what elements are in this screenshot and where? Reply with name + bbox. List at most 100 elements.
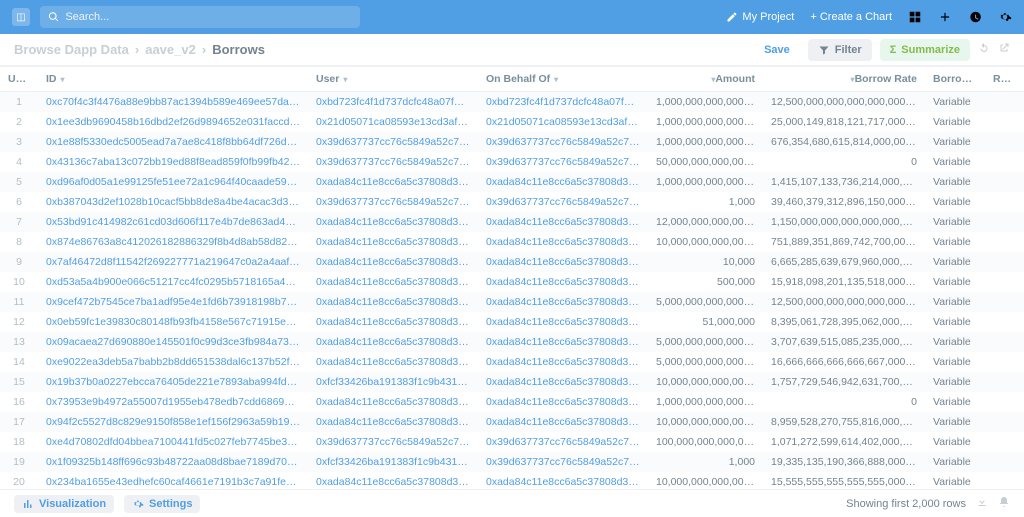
table-row[interactable]: 150x19b37b0a0227ebcca76405de221e7893aba9… [0,372,1024,392]
cell-id[interactable]: 0x1f09325b148ff696c93b48722aa08d8bae7189… [38,452,308,472]
search-input[interactable] [65,11,352,23]
table-row[interactable]: 130x09acaea27d690880e145501f0c99d3ce3fb9… [0,332,1024,352]
col-user[interactable]: User▾ [308,67,478,91]
external-icon[interactable] [998,42,1010,57]
download-icon[interactable] [976,496,988,511]
cell-behalf[interactable]: 0xada84c11e8cc6a5c37808d3b31b3b284809f70… [478,212,648,232]
table-row[interactable]: 40x43136c7aba13c072bb19ed88f8ead859f0fb9… [0,152,1024,172]
table-row[interactable]: 30x1e88f5330edc5005ead7a7ae8c418f8bb64df… [0,132,1024,152]
table-row[interactable]: 20x1ee3db9690458b16dbd2ef26d9894652e031f… [0,112,1024,132]
table-row[interactable]: 160x73953e9b4972a55007d1955eb478edb7cdd6… [0,392,1024,412]
cell-behalf[interactable]: 0xada84c11e8cc6a5c37808d3b31b3b284809f70… [478,272,648,292]
table-row[interactable]: 180xe4d70802dfd04bbea7100441fd5c027feb77… [0,432,1024,452]
cell-user[interactable]: 0x39d637737cc76c5849a52c7d3b872a1eb22aa7… [308,432,478,452]
table-row[interactable]: 70x53bd91c414982c61cd03d606f117e4b7de863… [0,212,1024,232]
plus-icon[interactable] [938,10,952,24]
cell-id[interactable]: 0x19b37b0a0227ebcca76405de221e7893aba994… [38,372,308,392]
visualization-button[interactable]: Visualization [14,495,114,513]
cell-user[interactable]: 0xbd723fc4f1d737dcfc48a07fe733676d34cad5… [308,91,478,112]
filter-button[interactable]: Filter [808,39,872,61]
cell-user[interactable]: 0xada84c11e8cc6a5c37808d3b31b3b284809f70… [308,412,478,432]
cell-behalf[interactable]: 0x39d637737cc76c5849a52c7d3b872a1eb22aa7… [478,432,648,452]
cell-behalf[interactable]: 0xada84c11e8cc6a5c37808d3b31b3b284809f70… [478,392,648,412]
cell-behalf[interactable]: 0xada84c11e8cc6a5c37808d3b31b3b284809f70… [478,372,648,392]
col-uuid[interactable]: UUID▾ [0,67,38,91]
history-icon[interactable] [968,10,982,24]
crumb-root[interactable]: Browse Dapp Data [14,42,129,57]
cell-behalf[interactable]: 0xada84c11e8cc6a5c37808d3b31b3b284809f70… [478,292,648,312]
cell-user[interactable]: 0xada84c11e8cc6a5c37808d3b31b3b284809f70… [308,312,478,332]
cell-behalf[interactable]: 0x39d637737cc76c5849a52c7d3b872a1eb22aa7… [478,192,648,212]
cell-id[interactable]: 0x9cef472b7545ce7ba1adf95e4e1fd6b7391819… [38,292,308,312]
cell-user[interactable]: 0xada84c11e8cc6a5c37808d3b31b3b284809f70… [308,172,478,192]
table-row[interactable]: 190x1f09325b148ff696c93b48722aa08d8bae71… [0,452,1024,472]
search-box[interactable] [40,6,360,28]
gear-icon[interactable] [998,10,1012,24]
table-row[interactable]: 90x7af46472d8f11542f269227771a219647c0a2… [0,252,1024,272]
table-row[interactable]: 140xe9022ea3deb5a7babb2b8dd651538dal6c13… [0,352,1024,372]
col-referral[interactable]: Re Ferra [985,67,1024,91]
cell-user[interactable]: 0xada84c11e8cc6a5c37808d3b31b3b284809f70… [308,352,478,372]
cell-user[interactable]: 0xada84c11e8cc6a5c37808d3b31b3b284809f70… [308,392,478,412]
cell-id[interactable]: 0x43136c7aba13c072bb19ed88f8ead859f0fb99… [38,152,308,172]
cell-user[interactable]: 0x21d05071ca08593e13cd3afd0b4869537e015c… [308,112,478,132]
cell-id[interactable]: 0xc70f4c3f4476a88e9bb87ac1394b589e469ee5… [38,91,308,112]
cell-behalf[interactable]: 0x39d637737cc76c5849a52c7d3b872a1eb22aa7… [478,452,648,472]
cell-user[interactable]: 0xada84c11e8cc6a5c37808d3b31b3b284809f70… [308,292,478,312]
table-row[interactable]: 110x9cef472b7545ce7ba1adf95e4e1fd6b73918… [0,292,1024,312]
table-row[interactable]: 80x874e86763a8c412026182886329f8b4d8ab58… [0,232,1024,252]
bell-icon[interactable] [998,496,1010,511]
cell-id[interactable]: 0x53bd91c414982c61cd03d606f117e4b7de863a… [38,212,308,232]
cell-id[interactable]: 0x1ee3db9690458b16dbd2ef26d9894652e031fa… [38,112,308,132]
refresh-icon[interactable] [978,42,990,57]
cell-behalf[interactable]: 0xada84c11e8cc6a5c37808d3b31b3b284809f70… [478,232,648,252]
save-button[interactable]: Save [754,39,800,61]
create-chart-button[interactable]: + Create a Chart [810,11,892,23]
cell-id[interactable]: 0x94f2c5527d8c829e9150f858e1ef156f2963a5… [38,412,308,432]
cell-user[interactable]: 0xada84c11e8cc6a5c37808d3b31b3b284809f70… [308,332,478,352]
cell-user[interactable]: 0x39d637737cc76c5849a52c7d3b872a1eb22aa7… [308,192,478,212]
cell-behalf[interactable]: 0xada84c11e8cc6a5c37808d3b31b3b284809f70… [478,312,648,332]
app-logo[interactable]: ◫ [12,8,30,26]
col-id[interactable]: ID▾ [38,67,308,91]
cell-user[interactable]: 0xada84c11e8cc6a5c37808d3b31b3b284809f70… [308,232,478,252]
cell-behalf[interactable]: 0xada84c11e8cc6a5c37808d3b31b3b284809f70… [478,332,648,352]
cell-user[interactable]: 0xada84c11e8cc6a5c37808d3b31b3b284809f70… [308,272,478,292]
cell-id[interactable]: 0x1e88f5330edc5005ead7a7ae8c418f8bb64df7… [38,132,308,152]
col-behalf[interactable]: On Behalf Of▾ [478,67,648,91]
cell-id[interactable]: 0x73953e9b4972a55007d1955eb478edb7cdd686… [38,392,308,412]
cell-behalf[interactable]: 0xbd723fc4f1d737dcfc48a07fe733676d34cad5… [478,91,648,112]
cell-user[interactable]: 0xada84c11e8cc6a5c37808d3b31b3b284809f70… [308,212,478,232]
table-row[interactable]: 10xc70f4c3f4476a88e9bb87ac1394b589e469ee… [0,91,1024,112]
cell-behalf[interactable]: 0x39d637737cc76c5849a52c7d3b872a1eb22aa7… [478,132,648,152]
cell-id[interactable]: 0x09acaea27d690880e145501f0c99d3ce3fb984… [38,332,308,352]
crumb-leaf[interactable]: Borrows [212,42,265,57]
cell-id[interactable]: 0xd96af0d05a1e99125fe51ee72a1c964f40caad… [38,172,308,192]
settings-button[interactable]: Settings [124,495,200,513]
cell-user[interactable]: 0xada84c11e8cc6a5c37808d3b31b3b284809f70… [308,252,478,272]
col-borrow-rate-mode[interactable]: Borrow Rate Mode [925,67,985,91]
col-amount[interactable]: ▾Amount [648,67,763,91]
cell-behalf[interactable]: 0x21d05071ca08593e13cd3afd0b4869537e015c… [478,112,648,132]
cell-user[interactable]: 0xfcf33426ba191383f1c9b431a342498d8ac734… [308,452,478,472]
cell-id[interactable]: 0x234ba1655e43edhefc60caf4661e7191b3c7a9… [38,472,308,490]
cell-behalf[interactable]: 0xada84c11e8cc6a5c37808d3b31b3b284809f70… [478,412,648,432]
cell-behalf[interactable]: 0xada84c11e8cc6a5c37808d3b31b3b284809f70… [478,352,648,372]
table-row[interactable]: 170x94f2c5527d8c829e9150f858e1ef156f2963… [0,412,1024,432]
cell-behalf[interactable]: 0xada84c11e8cc6a5c37808d3b31b3b284809f70… [478,472,648,490]
table-row[interactable]: 100xd53a5a4b900e066c51217cc4fc0295b57181… [0,272,1024,292]
cell-behalf[interactable]: 0x39d637737cc76c5849a52c7d3b872a1eb22aa7… [478,152,648,172]
cell-user[interactable]: 0xfcf33426ba191383f1c9b431a342498d8ac734… [308,372,478,392]
cell-id[interactable]: 0x7af46472d8f11542f269227771a219647c0a2a… [38,252,308,272]
cell-id[interactable]: 0xe4d70802dfd04bbea7100441fd5c027feb7745… [38,432,308,452]
cell-user[interactable]: 0x39d637737cc76c5849a52c7d3b872a1eb22aa7… [308,152,478,172]
cell-id[interactable]: 0xe9022ea3deb5a7babb2b8dd651538dal6c137b… [38,352,308,372]
cell-id[interactable]: 0x874e86763a8c412026182886329f8b4d8ab58d… [38,232,308,252]
cell-behalf[interactable]: 0xada84c11e8cc6a5c37808d3b31b3b284809f70… [478,172,648,192]
table-row[interactable]: 200x234ba1655e43edhefc60caf4661e7191b3c7… [0,472,1024,490]
table-row[interactable]: 60xb387043d2ef1028b10cacf5bb8de8a4be4aca… [0,192,1024,212]
cell-behalf[interactable]: 0xada84c11e8cc6a5c37808d3b31b3b284809f70… [478,252,648,272]
cell-id[interactable]: 0xd53a5a4b900e066c51217cc4fc0295b5718165… [38,272,308,292]
crumb-mid[interactable]: aave_v2 [145,42,196,57]
table-row[interactable]: 120x0eb59fc1e39830c80148fb93fb4158e567c7… [0,312,1024,332]
